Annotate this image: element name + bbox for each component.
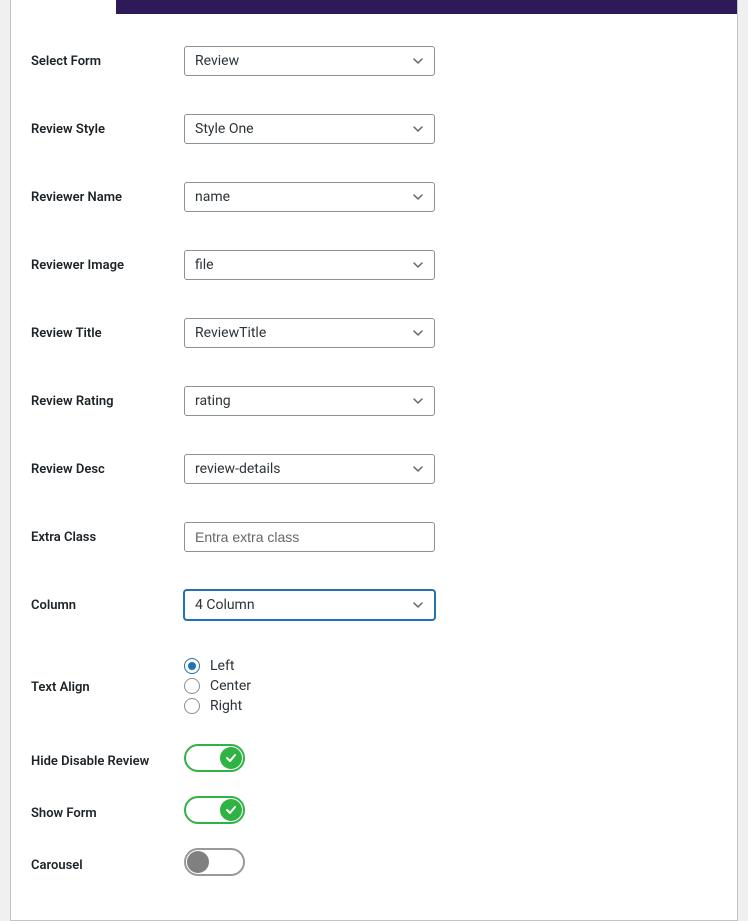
chevron-down-icon — [412, 55, 424, 67]
tab-bar — [116, 0, 737, 14]
select-form-value: Review — [195, 53, 412, 69]
toggle-knob — [220, 799, 242, 821]
toggle-knob — [220, 747, 242, 769]
reviewer-image-dropdown[interactable]: file — [184, 250, 435, 280]
reviewer-name-value: name — [195, 189, 412, 205]
hide-disable-label: Hide Disable Review — [31, 748, 184, 769]
toggle-knob — [187, 851, 209, 873]
carousel-label: Carousel — [31, 852, 184, 873]
reviewer-name-label: Reviewer Name — [31, 190, 184, 205]
reviewer-name-dropdown[interactable]: name — [184, 182, 435, 212]
review-rating-value: rating — [195, 393, 412, 409]
review-desc-value: review-details — [195, 461, 412, 477]
text-align-center-label: Center — [210, 678, 251, 694]
check-icon — [224, 751, 238, 765]
show-form-label: Show Form — [31, 800, 184, 821]
text-align-right-radio[interactable]: Right — [184, 698, 251, 714]
content: Select Form Review Review Style Style On… — [11, 0, 737, 920]
show-form-toggle[interactable] — [184, 796, 245, 824]
chevron-down-icon — [412, 463, 424, 475]
text-align-left-label: Left — [210, 658, 234, 674]
reviewer-image-value: file — [195, 257, 412, 273]
review-rating-label: Review Rating — [31, 394, 184, 409]
carousel-toggle[interactable] — [184, 848, 245, 876]
chevron-down-icon — [412, 599, 424, 611]
text-align-center-radio[interactable]: Center — [184, 678, 251, 694]
review-desc-label: Review Desc — [31, 462, 184, 477]
settings-panel: Select Form Review Review Style Style On… — [10, 0, 738, 921]
text-align-right-label: Right — [210, 698, 242, 714]
review-title-dropdown[interactable]: ReviewTitle — [184, 318, 435, 348]
chevron-down-icon — [412, 123, 424, 135]
chevron-down-icon — [412, 395, 424, 407]
review-rating-dropdown[interactable]: rating — [184, 386, 435, 416]
extra-class-label: Extra Class — [31, 530, 184, 545]
text-align-left-radio[interactable]: Left — [184, 658, 251, 674]
select-form-dropdown[interactable]: Review — [184, 46, 435, 76]
chevron-down-icon — [412, 259, 424, 271]
column-dropdown[interactable]: 4 Column — [184, 590, 435, 620]
radio-icon — [184, 678, 200, 694]
review-style-label: Review Style — [31, 122, 184, 137]
review-style-dropdown[interactable]: Style One — [184, 114, 435, 144]
review-desc-dropdown[interactable]: review-details — [184, 454, 435, 484]
text-align-label: Text Align — [31, 658, 184, 695]
review-title-label: Review Title — [31, 326, 184, 341]
review-title-value: ReviewTitle — [195, 325, 412, 341]
reviewer-image-label: Reviewer Image — [31, 258, 184, 273]
check-icon — [224, 803, 238, 817]
select-form-label: Select Form — [31, 54, 184, 69]
text-align-group: Left Center Right — [184, 658, 251, 714]
column-label: Column — [31, 598, 184, 613]
column-value: 4 Column — [195, 597, 412, 613]
chevron-down-icon — [412, 191, 424, 203]
radio-icon — [184, 658, 200, 674]
hide-disable-toggle[interactable] — [184, 744, 245, 772]
chevron-down-icon — [412, 327, 424, 339]
radio-icon — [184, 698, 200, 714]
extra-class-input[interactable] — [184, 522, 435, 552]
review-style-value: Style One — [195, 121, 412, 137]
